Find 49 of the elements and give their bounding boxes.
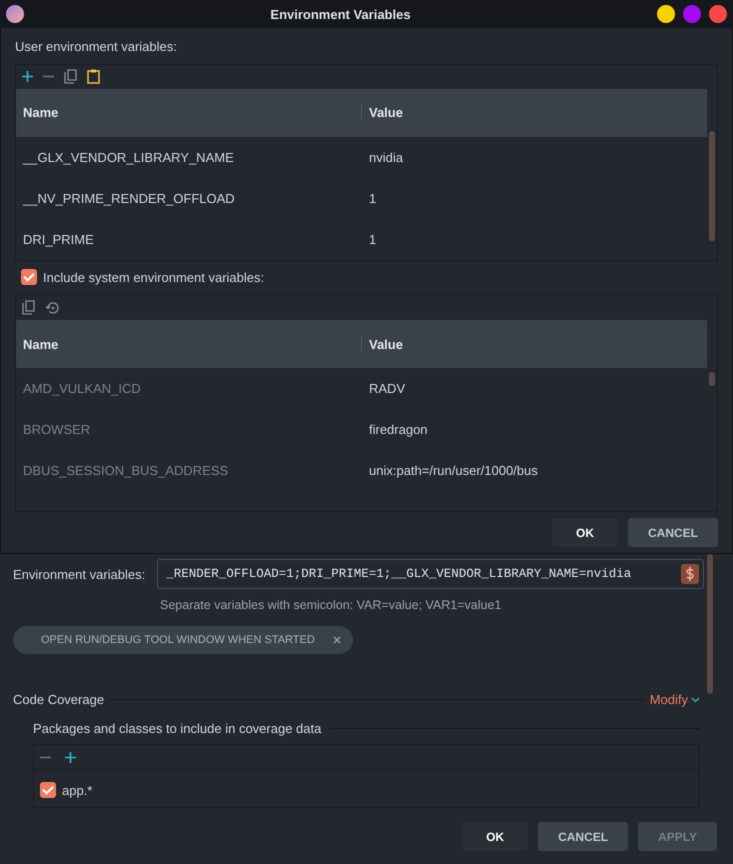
section-label: User environment variables:: [15, 39, 177, 54]
table-cell-text: 1: [368, 230, 376, 249]
copy-icon[interactable]: [64, 69, 77, 84]
hint-text: Separate variables with semicolon: VAR=value; VAR1=value1: [159, 597, 502, 612]
clipboard-icon[interactable]: [87, 69, 100, 84]
column-header[interactable]: Name: [16, 105, 361, 120]
table-cell-text: unix:path=/run/user/1000/bus: [368, 462, 538, 480]
maximize-button[interactable]: [683, 5, 701, 23]
checkbox-label: Include system environment variables:: [43, 270, 264, 285]
scrollbar-thumb[interactable]: [707, 554, 713, 694]
close-button[interactable]: [709, 5, 727, 23]
history-icon[interactable]: [45, 300, 60, 315]
scrollbar-thumb[interactable]: [709, 372, 715, 386]
chevron-down-icon: [691, 696, 700, 702]
table-cell-text: __NV_PRIME_RENDER_OFFLOAD: [22, 190, 236, 208]
add-icon[interactable]: [65, 752, 76, 762]
scrollbar-thumb[interactable]: [709, 130, 715, 241]
minimize-button[interactable]: [657, 5, 675, 23]
table-cell-text: 1: [368, 190, 376, 208]
input-field[interactable]: _RENDER_OFFLOAD=1;DRI_PRIME=1;__GLX_VENDOR_LIBRARY_NAME=nvidia: [157, 559, 704, 589]
table-cell-text: DBUS_SESSION_BUS_ADDRESS: [22, 462, 230, 480]
table-cell-text: DRI_PRIME: [22, 230, 95, 249]
cancel-button[interactable]: CANCEL: [538, 822, 628, 851]
table-cell-text: AMD_VULKAN_ICD: [22, 380, 142, 398]
section-title: Code Coverage: [13, 692, 104, 707]
table-cell-text: RADV: [368, 380, 406, 398]
close-icon[interactable]: [332, 636, 341, 644]
table-cell-text: nvidia: [368, 148, 403, 167]
pattern-text: app.*: [62, 782, 92, 798]
ok-button[interactable]: OK: [552, 518, 618, 547]
table-cell-text: __GLX_VENDOR_LIBRARY_NAME: [22, 148, 235, 167]
column-header[interactable]: Value: [361, 105, 403, 120]
checkbox[interactable]: [40, 782, 56, 798]
cancel-button[interactable]: CANCEL: [628, 518, 718, 547]
checkbox[interactable]: [21, 269, 37, 286]
copy-icon[interactable]: [22, 300, 35, 316]
field-label: Environment variables:: [13, 566, 146, 582]
ok-button[interactable]: OK: [462, 822, 528, 851]
column-header[interactable]: Name: [16, 336, 361, 352]
window-title: Environment Variables: [269, 6, 412, 22]
section-label: Packages and classes to include in coverage data: [33, 721, 322, 736]
dollar-icon[interactable]: [681, 564, 699, 584]
modify-link[interactable]: Modify: [650, 692, 700, 707]
app-logo-icon: [6, 5, 24, 23]
table-cell-text: BROWSER: [22, 421, 92, 440]
table-cell-text: firedragon: [368, 421, 428, 440]
column-header[interactable]: Value: [361, 336, 403, 352]
option-chip[interactable]: OPEN RUN/DEBUG TOOL WINDOW WHEN STARTED: [13, 626, 353, 654]
add-icon[interactable]: [22, 71, 33, 82]
